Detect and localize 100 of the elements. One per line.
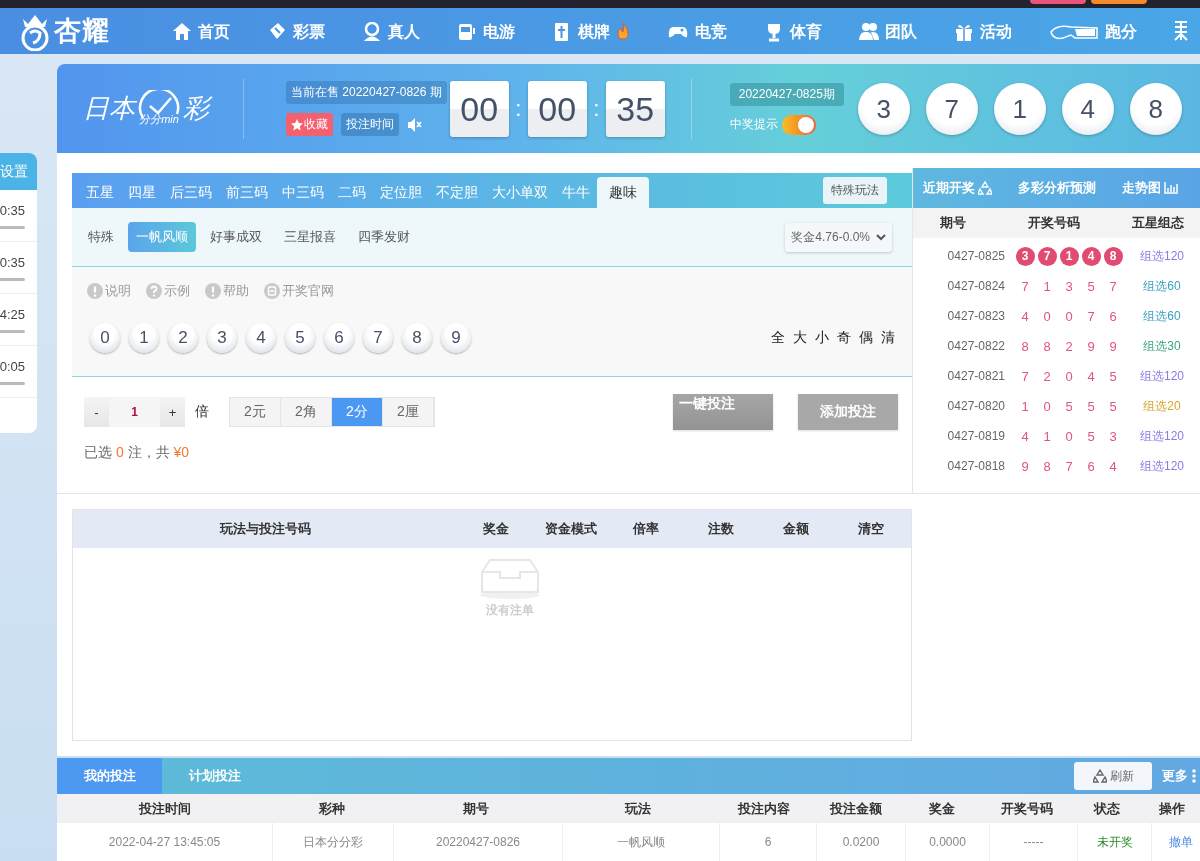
special-play-button[interactable]: 特殊玩法: [823, 177, 887, 204]
nav-link[interactable]: 团队: [859, 19, 917, 43]
number-ball[interactable]: 3: [207, 323, 237, 353]
refresh-button[interactable]: 刷新: [1074, 762, 1152, 790]
issue-number: 0427-0824: [946, 279, 1005, 293]
number-ball[interactable]: 9: [441, 323, 471, 353]
play-tab[interactable]: 前三码: [219, 177, 275, 208]
number-ball[interactable]: 0: [90, 323, 120, 353]
column-header: 操作: [1157, 799, 1186, 818]
nav-link[interactable]: 活动: [954, 19, 1012, 43]
odds-dropdown[interactable]: 奖金4.76-0.0%: [785, 222, 892, 252]
play-subtab[interactable]: 好事成双: [202, 222, 270, 252]
play-tab[interactable]: 四星: [121, 177, 163, 208]
help-link[interactable]: 帮助: [205, 282, 249, 300]
column-header: 奖金: [927, 799, 956, 818]
nav-link[interactable]: 首页: [172, 19, 230, 43]
cancel-link[interactable]: 撤单: [1152, 823, 1200, 861]
play-tab[interactable]: 后三码: [163, 177, 219, 208]
help-link[interactable]: 示例: [146, 282, 190, 300]
results-tab[interactable]: 多彩分析预测: [1018, 179, 1096, 197]
logo-text[interactable]: 杏耀: [54, 13, 110, 49]
money-unit-button[interactable]: 2厘: [383, 398, 434, 426]
results-tab[interactable]: 走势图: [1122, 179, 1178, 197]
quick-select-button[interactable]: 全: [769, 329, 787, 347]
number-ball[interactable]: 1: [129, 323, 159, 353]
history-tab[interactable]: 计划投注: [162, 758, 267, 794]
play-tab[interactable]: 中三码: [275, 177, 331, 208]
result-number: 9: [1086, 338, 1096, 354]
result-number: 7: [1064, 458, 1074, 474]
pattern-link[interactable]: 组选120: [1127, 457, 1197, 475]
number-ball[interactable]: 2: [168, 323, 198, 353]
more-link[interactable]: 更多: [1162, 767, 1196, 785]
issue-number: 0427-0818: [946, 459, 1005, 473]
quick-select-button[interactable]: 大: [791, 329, 809, 347]
play-subtab[interactable]: 三星报喜: [276, 222, 344, 252]
bet-time-button[interactable]: 投注时间: [341, 113, 399, 136]
number-ball[interactable]: 4: [246, 323, 276, 353]
table-cell: 0.0200: [817, 823, 906, 861]
quick-select-button[interactable]: 小: [813, 329, 831, 347]
pattern-link[interactable]: 组选30: [1127, 337, 1197, 355]
history-tab[interactable]: 我的投注: [57, 758, 162, 794]
result-number: 4: [1020, 428, 1030, 444]
play-tab[interactable]: 五星: [79, 177, 121, 208]
play-subtab[interactable]: 特殊: [80, 222, 122, 252]
play-tab[interactable]: 二码: [331, 177, 373, 208]
pattern-link[interactable]: 组选60: [1127, 277, 1197, 295]
decrease-button[interactable]: -: [84, 397, 109, 427]
toggle-switch[interactable]: [781, 114, 816, 135]
mute-icon[interactable]: [407, 116, 422, 133]
result-number: 6: [1108, 308, 1118, 324]
result-number: 7: [1020, 278, 1030, 294]
help-link[interactable]: 开奖官网: [264, 282, 334, 300]
settings-title[interactable]: 设置: [0, 153, 37, 190]
favorite-button[interactable]: 收藏: [286, 113, 333, 136]
results-tab[interactable]: 近期开奖: [923, 179, 992, 197]
number-ball[interactable]: 8: [402, 323, 432, 353]
quick-select-button[interactable]: 奇: [835, 329, 853, 347]
play-tab[interactable]: 大小单双: [485, 177, 555, 208]
nav-link[interactable]: 真人: [362, 19, 420, 43]
number-ball[interactable]: 6: [324, 323, 354, 353]
increase-button[interactable]: +: [160, 397, 185, 427]
help-link[interactable]: 说明: [87, 282, 131, 300]
number-ball[interactable]: 7: [363, 323, 393, 353]
column-header[interactable]: 清空: [833, 520, 908, 538]
money-unit-button[interactable]: 2分: [332, 398, 383, 426]
play-tab[interactable]: 不定胆: [429, 177, 485, 208]
nav-link[interactable]: 电竞: [667, 19, 727, 43]
money-unit-button[interactable]: 2元: [230, 398, 281, 426]
pattern-link[interactable]: 组选120: [1127, 367, 1197, 385]
nav-link[interactable]: 棋牌: [552, 19, 630, 43]
top-bar-button[interactable]: [1091, 0, 1147, 4]
pattern-link[interactable]: 组选20: [1127, 397, 1197, 415]
play-subtab[interactable]: 一帆风顺: [128, 222, 196, 252]
play-tab[interactable]: 牛牛: [555, 177, 597, 208]
result-number: 4: [1108, 458, 1118, 474]
column-header: 投注金额: [828, 799, 883, 818]
nav-icon: [859, 22, 879, 42]
nav-link[interactable]: 体育: [764, 19, 822, 43]
result-number: 1: [1020, 398, 1030, 414]
multiplier-field[interactable]: 1: [109, 397, 160, 427]
more-icon: [1192, 769, 1196, 783]
nav-link[interactable]: 彩票: [267, 19, 325, 43]
top-bar-button[interactable]: [1030, 0, 1086, 4]
pattern-link[interactable]: 组选60: [1127, 307, 1197, 325]
pattern-link[interactable]: 组选120: [1127, 427, 1197, 445]
result-number: 0: [1064, 428, 1074, 444]
play-tab[interactable]: 趣味: [597, 177, 649, 208]
money-unit-button[interactable]: 2角: [281, 398, 332, 426]
nav-link[interactable]: 电游: [457, 19, 515, 43]
column-header: 奖金: [481, 520, 510, 538]
result-number: 9: [1108, 338, 1118, 354]
play-subtab[interactable]: 四季发财: [350, 222, 418, 252]
nav-link[interactable]: 跑分: [1049, 19, 1137, 43]
play-tab[interactable]: 定位胆: [373, 177, 429, 208]
result-number: 5: [1086, 278, 1096, 294]
number-ball[interactable]: 5: [285, 323, 315, 353]
quick-select-button[interactable]: 清: [879, 329, 897, 347]
quick-select-button[interactable]: 偶: [857, 329, 875, 347]
pattern-link[interactable]: 组选120: [1127, 247, 1197, 265]
lottery-name: 日本: [83, 92, 135, 125]
